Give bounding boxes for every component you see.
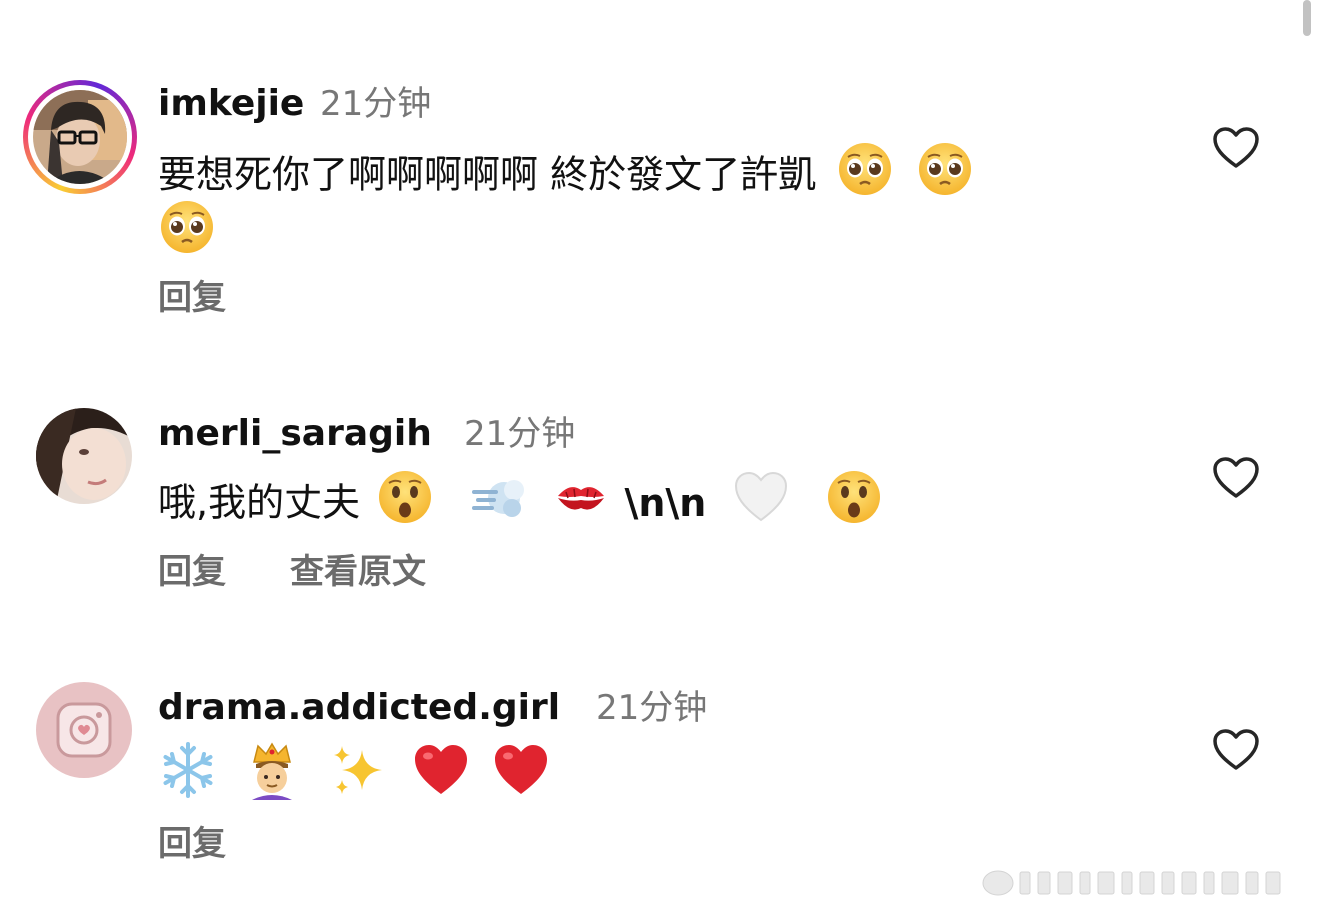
comment-text: 哦,我的丈夫 \n\n [158,468,883,542]
heart-outline-icon [1213,729,1259,770]
like-button[interactable] [1212,728,1260,772]
story-ring[interactable] [23,80,137,194]
like-button[interactable] [1212,126,1260,170]
surprised-face-icon [825,468,883,542]
comment-text-escape: \n\n [624,480,707,525]
comment-text: 要想死你了啊啊啊啊啊 終於發文了許凱 [158,140,974,214]
pleading-face-icon [158,198,216,272]
avatar[interactable] [36,682,132,778]
comment-text [158,740,550,816]
timestamp: 21分钟 [320,84,432,124]
username[interactable]: imkejie [158,82,304,126]
avatar[interactable] [36,408,132,504]
see-original-button[interactable]: 查看原文 [290,550,426,594]
comment-text-line2 [158,198,216,272]
comment-text-content: 要想死你了啊啊啊啊啊 終於發文了許凱 [158,152,817,197]
scrollbar[interactable] [1303,0,1311,914]
kiss-mark-icon [552,468,610,542]
scrollbar-thumb[interactable] [1303,0,1311,36]
username[interactable]: drama.addicted.girl [158,686,560,730]
surprised-face-icon [376,468,434,542]
watermark [980,866,1310,900]
reply-button[interactable]: 回复 [158,550,226,594]
timestamp: 21分钟 [464,414,576,454]
reply-button[interactable]: 回复 [158,822,226,866]
comment-item: merli_saragih 21分钟 哦,我的丈夫 \n\n 回复 查看原文 [0,350,1320,650]
red-heart-icon [492,741,550,815]
prince-icon [244,740,300,816]
sparkles-icon [328,740,388,816]
comment-text-prefix: 哦,我的丈夫 [158,480,361,525]
red-heart-icon [412,741,470,815]
dash-icon [470,468,528,542]
comment-item: imkejie 21分钟 要想死你了啊啊啊啊啊 終於發文了許凱 回复 [0,0,1320,350]
pleading-face-icon [836,140,894,214]
snowflake-icon [158,740,218,816]
username[interactable]: merli_saragih [158,412,432,456]
like-button[interactable] [1212,456,1260,500]
avatar[interactable] [33,90,127,184]
heart-outline-icon [1213,127,1259,168]
reply-button[interactable]: 回复 [158,276,226,320]
white-heart-icon [732,468,790,542]
pleading-face-icon [916,140,974,214]
timestamp: 21分钟 [596,688,708,728]
heart-outline-icon [1213,457,1259,498]
